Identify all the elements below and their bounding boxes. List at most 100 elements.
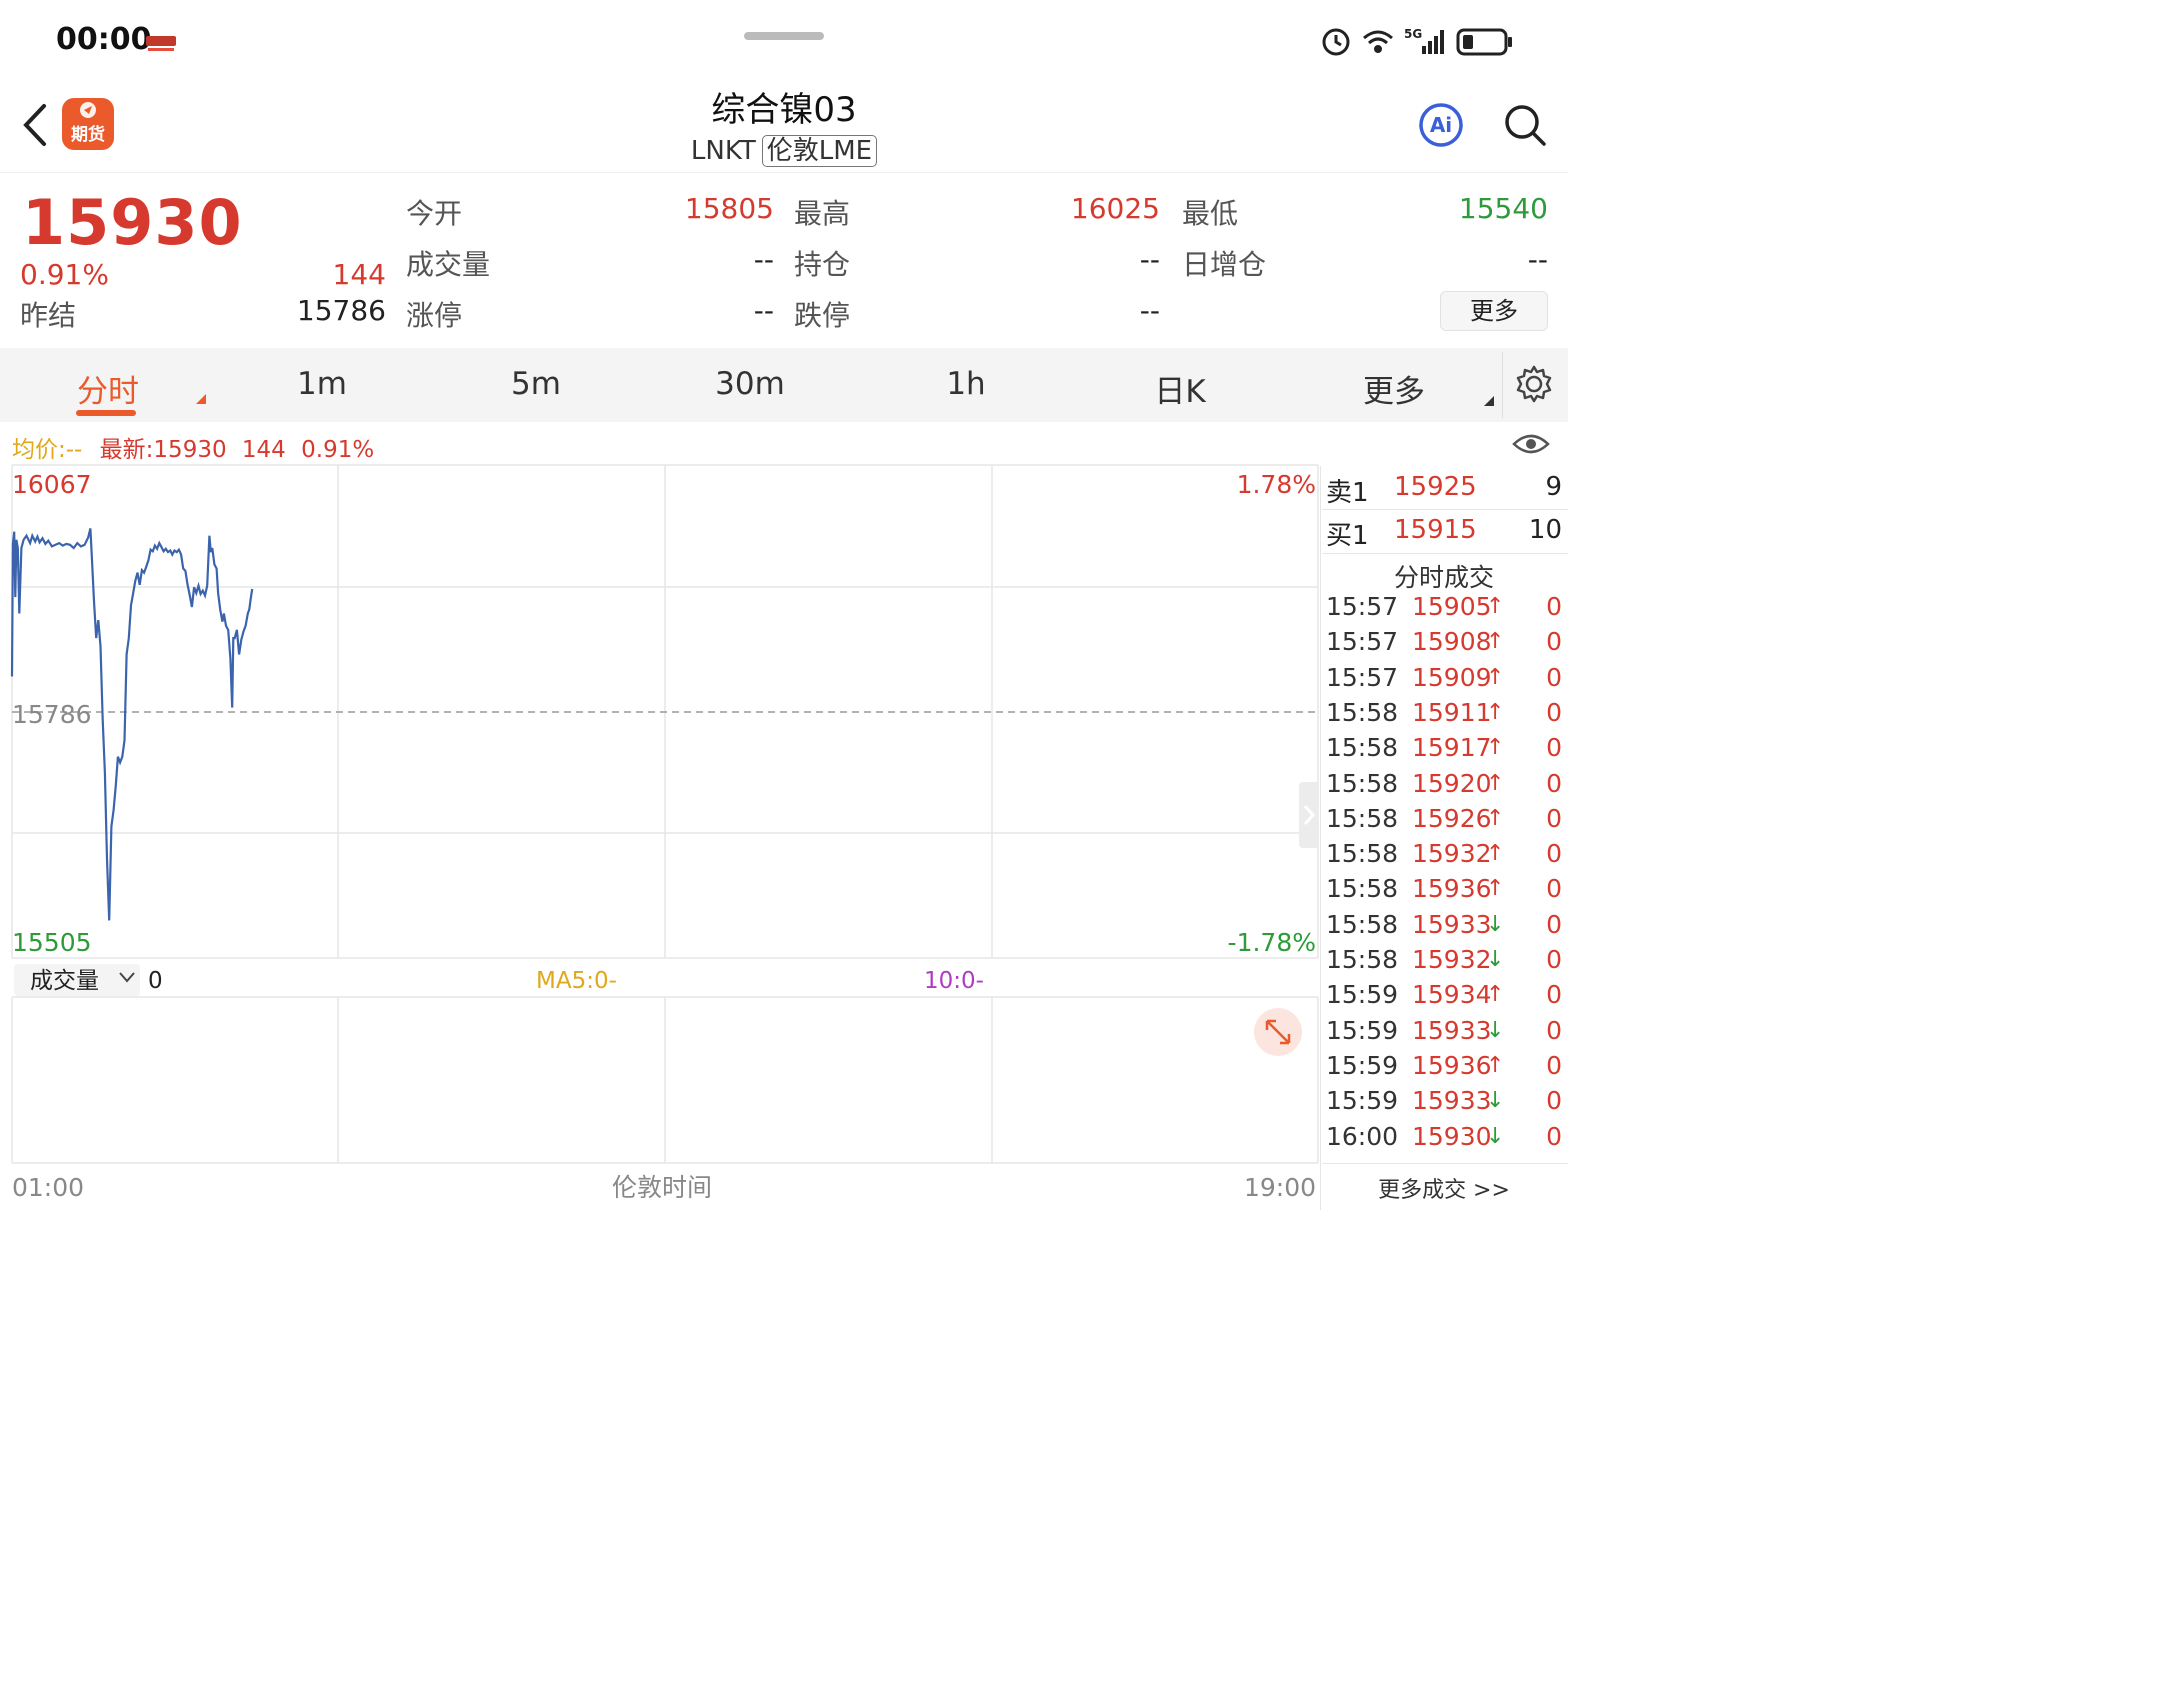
ma10-label: 10:0- — [924, 968, 984, 994]
alarm-icon — [1322, 28, 1350, 56]
arrow-down-icon: ↓ — [1486, 1017, 1505, 1043]
trade-time: 15:58 — [1326, 697, 1399, 727]
limit-down-label: 跌停 — [794, 299, 851, 332]
tab-intraday[interactable]: 分时 — [48, 366, 168, 411]
arrow-up-icon: ↑ — [1486, 629, 1505, 655]
trade-price: 15908 — [1412, 627, 1492, 657]
trades-title: 分时成交 — [1393, 563, 1494, 592]
arrow-up-icon: ↑ — [1486, 982, 1505, 1008]
trade-price: 15933 — [1412, 909, 1492, 939]
ai-assistant-button[interactable]: Ai — [1418, 102, 1464, 148]
high-value: 16025 — [1070, 192, 1160, 225]
more-quote-button[interactable]: 更多 — [1440, 291, 1548, 331]
prev-settle-label: 昨结 — [20, 299, 77, 332]
trade-row: 15:58 15920 ↑ 0 — [1320, 769, 1568, 804]
trade-row: 15:58 15926 ↑ 0 — [1320, 804, 1568, 839]
trade-price: 15932 — [1412, 945, 1492, 974]
tabs-divider — [1502, 352, 1503, 418]
trade-time: 15:58 — [1326, 803, 1399, 833]
eye-icon[interactable] — [1512, 430, 1550, 458]
tab-30m[interactable]: 30m — [690, 366, 810, 402]
ai-label: Ai — [1430, 113, 1452, 137]
chart-info-line: 均价:-- 最新:15930 144 0.91% — [12, 430, 374, 464]
arrow-up-icon: ↑ — [1486, 699, 1505, 725]
active-tab-indicator — [76, 410, 136, 416]
arrow-up-icon: ↑ — [1486, 664, 1505, 690]
trade-row: 15:59 15936 ↑ 0 — [1320, 1051, 1568, 1086]
trade-row: 15:58 15932 ↓ 0 — [1320, 945, 1568, 980]
trade-qty: 0 — [1546, 909, 1562, 939]
intraday-chart[interactable]: 16067 15786 15505 1.78% -1.78% 01:00 伦敦时… — [0, 463, 1320, 1213]
tab-more[interactable]: 更多 — [1334, 366, 1454, 411]
trades-divider — [1322, 1163, 1568, 1164]
trade-price: 15933 — [1412, 1086, 1492, 1116]
trade-qty: 0 — [1546, 980, 1562, 1010]
page-title: 综合镍03 — [711, 90, 857, 130]
dropdown-corner-icon — [1484, 396, 1494, 406]
trade-qty: 0 — [1546, 1015, 1562, 1045]
trade-price: 15926 — [1412, 803, 1492, 833]
trade-time: 15:57 — [1326, 662, 1399, 692]
status-icons: 5G — [1322, 27, 1512, 56]
drag-handle[interactable] — [744, 32, 824, 40]
signal-icon — [1422, 30, 1444, 54]
trade-time: 15:57 — [1326, 627, 1399, 657]
open-label: 今开 — [406, 197, 463, 230]
trade-row: 15:59 15933 ↓ 0 — [1320, 1086, 1568, 1121]
more-trades-link[interactable]: 更多成交 >> — [1320, 1172, 1568, 1204]
tab-1h[interactable]: 1h — [906, 366, 1026, 402]
instrument-subtitle: LNKT 伦敦LME — [584, 130, 984, 167]
trade-row: 15:57 15905 ↑ 0 — [1320, 592, 1568, 627]
app-notification-icon — [146, 36, 176, 51]
collapse-panel-handle[interactable] — [1299, 782, 1319, 848]
trade-price: 15917 — [1412, 733, 1492, 763]
change-amount: 144 — [332, 258, 386, 291]
trades-list: 15:57 15905 ↑ 0 15:57 15908 ↑ 0 15:57 15909 ↑ 0 15:5… — [1320, 592, 1568, 1162]
header-divider — [0, 172, 1568, 173]
high-label: 最高 — [794, 197, 851, 230]
bid1-price: 15915 — [1394, 515, 1477, 545]
arrow-up-icon: ↑ — [1486, 1052, 1505, 1078]
trade-row: 15:57 15909 ↑ 0 — [1320, 663, 1568, 698]
trade-row: 15:59 15933 ↓ 0 — [1320, 1016, 1568, 1051]
pct-top-label: 1.78% — [1237, 470, 1316, 499]
back-button[interactable] — [18, 100, 54, 150]
trade-qty: 0 — [1546, 627, 1562, 657]
trade-row: 15:58 15936 ↑ 0 — [1320, 874, 1568, 909]
volume-label: 成交量 — [406, 248, 491, 281]
expand-icon — [1254, 1008, 1302, 1056]
trade-time: 15:59 — [1326, 1050, 1399, 1080]
search-icon[interactable] — [1502, 102, 1548, 148]
trade-row: 15:58 15933 ↓ 0 — [1320, 910, 1568, 945]
info-change: 144 — [241, 437, 286, 463]
avg-price-label: 均价:-- — [12, 437, 83, 463]
trade-qty: 0 — [1546, 733, 1562, 763]
wifi-icon — [1363, 30, 1393, 53]
network-label: 5G — [1404, 27, 1422, 41]
trade-time: 15:59 — [1326, 1086, 1399, 1116]
trade-row: 15:58 15932 ↑ 0 — [1320, 839, 1568, 874]
last-price: 15930 — [22, 186, 243, 259]
trade-qty: 0 — [1546, 945, 1562, 974]
info-pct: 0.91% — [301, 437, 375, 463]
trade-price: 15911 — [1412, 697, 1492, 727]
chevron-right-icon — [1303, 805, 1316, 825]
x-end-label: 19:00 — [1244, 1173, 1316, 1202]
tab-1m[interactable]: 1m — [262, 366, 382, 402]
tab-daily-k[interactable]: 日K — [1120, 366, 1240, 411]
trade-price: 15936 — [1412, 1050, 1492, 1080]
limit-down-value: -- — [1139, 294, 1160, 327]
settings-gear-icon[interactable] — [1514, 364, 1554, 404]
trade-qty: 0 — [1546, 1050, 1562, 1080]
volume-selector-label: 成交量 — [30, 968, 99, 994]
trade-price: 15909 — [1412, 662, 1492, 692]
trade-row: 15:59 15934 ↑ 0 — [1320, 980, 1568, 1015]
trade-qty: 0 — [1546, 874, 1562, 904]
tab-5m[interactable]: 5m — [476, 366, 596, 402]
open-value: 15805 — [684, 192, 774, 225]
ask1-label: 卖1 — [1326, 478, 1369, 508]
trade-qty: 0 — [1546, 662, 1562, 692]
trade-row: 15:57 15908 ↑ 0 — [1320, 627, 1568, 662]
orderbook-row-divider — [1322, 553, 1568, 554]
trade-price: 15934 — [1412, 980, 1492, 1010]
